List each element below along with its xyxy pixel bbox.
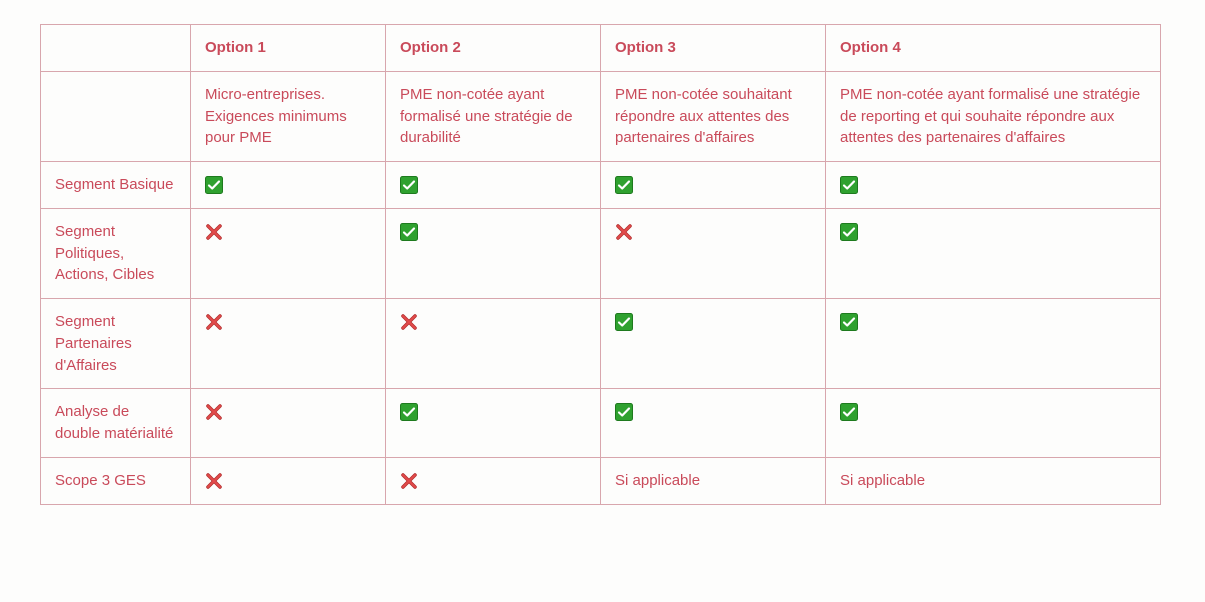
table-body: Micro-entreprises. Exigences minimums po…: [41, 71, 1161, 504]
cross-icon: [400, 472, 418, 490]
cell-option-2: [386, 162, 601, 209]
row-label: Segment Basique: [41, 162, 191, 209]
table-row: Segment Politiques, Actions, Cibles: [41, 208, 1161, 298]
check-icon: [205, 176, 223, 194]
row-label: Segment Politiques, Actions, Cibles: [41, 208, 191, 298]
cell-option-4: [826, 389, 1161, 458]
check-icon: [840, 403, 858, 421]
header-option-4: Option 4: [826, 25, 1161, 72]
row-label: Analyse de double matérialité: [41, 389, 191, 458]
description-empty: [41, 71, 191, 161]
header-empty: [41, 25, 191, 72]
cell-option-3: Si applicable: [601, 457, 826, 504]
cell-option-4: Si applicable: [826, 457, 1161, 504]
check-icon: [840, 313, 858, 331]
header-option-3: Option 3: [601, 25, 826, 72]
header-row: Option 1 Option 2 Option 3 Option 4: [41, 25, 1161, 72]
check-icon: [615, 176, 633, 194]
cross-icon: [400, 313, 418, 331]
description-option-4: PME non-cotée ayant formalisé une straté…: [826, 71, 1161, 161]
cell-option-1: [191, 389, 386, 458]
description-option-2: PME non-cotée ayant formalisé une straté…: [386, 71, 601, 161]
cell-option-2: [386, 457, 601, 504]
options-comparison-table: Option 1 Option 2 Option 3 Option 4 Micr…: [40, 24, 1161, 505]
cell-text: Si applicable: [615, 472, 700, 489]
cross-icon: [205, 313, 223, 331]
cell-option-3: [601, 162, 826, 209]
cell-option-1: [191, 162, 386, 209]
row-label: Segment Partenaires d'Affaires: [41, 299, 191, 389]
row-label: Scope 3 GES: [41, 457, 191, 504]
cell-option-1: [191, 299, 386, 389]
header-option-2: Option 2: [386, 25, 601, 72]
cross-icon: [205, 403, 223, 421]
table-row: Analyse de double matérialité: [41, 389, 1161, 458]
check-icon: [400, 176, 418, 194]
cell-option-3: [601, 389, 826, 458]
description-option-1: Micro-entreprises. Exigences minimums po…: [191, 71, 386, 161]
header-option-1: Option 1: [191, 25, 386, 72]
cell-option-4: [826, 299, 1161, 389]
check-icon: [615, 403, 633, 421]
cross-icon: [205, 472, 223, 490]
description-option-3: PME non-cotée souhaitant répondre aux at…: [601, 71, 826, 161]
check-icon: [400, 223, 418, 241]
cell-option-2: [386, 299, 601, 389]
cross-icon: [205, 223, 223, 241]
cell-option-2: [386, 389, 601, 458]
description-row: Micro-entreprises. Exigences minimums po…: [41, 71, 1161, 161]
check-icon: [615, 313, 633, 331]
cell-option-4: [826, 162, 1161, 209]
table-row: Segment Partenaires d'Affaires: [41, 299, 1161, 389]
cell-text: Si applicable: [840, 472, 925, 489]
cross-icon: [615, 223, 633, 241]
check-icon: [840, 176, 858, 194]
table-row: Segment Basique: [41, 162, 1161, 209]
check-icon: [400, 403, 418, 421]
cell-option-4: [826, 208, 1161, 298]
table-row: Scope 3 GES Si applicable Si applicable: [41, 457, 1161, 504]
cell-option-2: [386, 208, 601, 298]
cell-option-1: [191, 208, 386, 298]
check-icon: [840, 223, 858, 241]
cell-option-1: [191, 457, 386, 504]
cell-option-3: [601, 299, 826, 389]
cell-option-3: [601, 208, 826, 298]
